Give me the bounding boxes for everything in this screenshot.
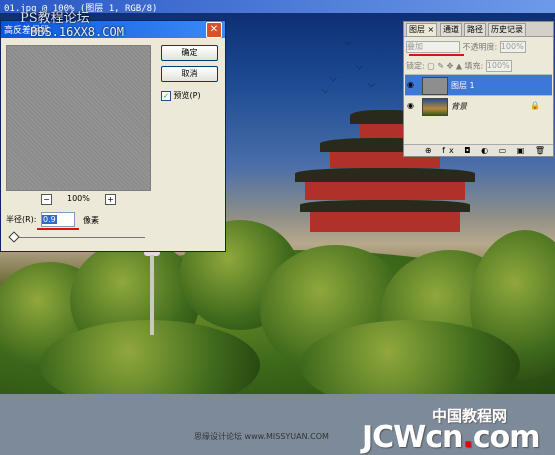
layer-name: 图层 1 <box>451 81 475 90</box>
blend-row: 叠加 不透明度: 100% <box>406 41 526 53</box>
brand-tld: com <box>472 420 541 455</box>
layer-thumbnail <box>422 77 448 95</box>
opacity-input[interactable]: 100% <box>499 41 526 53</box>
tab-close-icon[interactable]: × <box>428 25 435 34</box>
zoom-level: 100% <box>67 194 90 203</box>
radius-input[interactable]: 0.9 <box>41 212 75 227</box>
tab-paths[interactable]: 路径 <box>464 23 486 37</box>
tab-history[interactable]: 历史记录 <box>488 23 526 37</box>
brand-dot: . <box>462 420 473 455</box>
radius-slider-thumb[interactable] <box>8 231 20 243</box>
high-pass-dialog: 高反差保留 ✕ − 100% + 确定 取消 ✓ 预览(P) 半径(R): 0.… <box>0 20 226 252</box>
lock-row: 锁定: ▢ ✎ ✥ ▲ 填充: 100% <box>406 60 512 72</box>
fill-label: 填充: <box>464 61 484 71</box>
zoom-in-button[interactable]: + <box>105 194 116 205</box>
checkbox-box[interactable]: ✓ <box>161 90 171 101</box>
tab-channels[interactable]: 通道 <box>440 23 462 37</box>
layers-tab-bar: 图层 × 通道 路径 历史记录 <box>404 22 553 37</box>
layers-panel: 图层 × 通道 路径 历史记录 叠加 不透明度: 100% 锁定: ▢ ✎ ✥ … <box>403 21 554 157</box>
layer-actions-bar[interactable]: ⊕ fx ◘ ◐ ▭ ▣ 🗑 <box>404 144 553 156</box>
street-lamp-pole <box>150 255 154 335</box>
layer-name: 背景 <box>451 102 467 111</box>
brand-name: JCWcn <box>362 420 463 455</box>
brand-logo: JCWcn.com <box>362 420 541 455</box>
watermark-title: PS教程论坛 <box>20 11 90 26</box>
preview-label: 预览(P) <box>173 91 201 100</box>
tab-layers[interactable]: 图层 × <box>406 23 438 37</box>
forum-credit: 思缘设计论坛 www.MISSYUAN.COM <box>194 432 329 441</box>
tab-label: 图层 <box>409 25 425 34</box>
radius-value: 0.9 <box>42 215 57 224</box>
highlight-underline <box>409 54 464 56</box>
highlight-underline <box>37 228 79 230</box>
eye-icon[interactable]: ◉ <box>407 101 414 110</box>
layer-row[interactable]: ◉ 背景 🔒 <box>405 95 552 116</box>
opacity-label: 不透明度: <box>462 42 498 52</box>
fill-input[interactable]: 100% <box>485 60 512 72</box>
bird: ⌵ <box>345 38 352 48</box>
radius-label: 半径(R): <box>6 215 37 224</box>
layer-thumbnail <box>422 98 448 116</box>
eye-icon[interactable]: ◉ <box>407 80 414 89</box>
bird: ⌵ <box>356 62 363 72</box>
preview-checkbox[interactable]: ✓ 预览(P) <box>161 90 201 101</box>
close-icon[interactable]: ✕ <box>206 22 222 38</box>
radius-unit: 像素 <box>83 216 99 225</box>
ok-button[interactable]: 确定 <box>161 45 218 61</box>
watermark-url: BBS.16XX8.COM <box>30 25 124 39</box>
layer-row[interactable]: ◉ 图层 1 <box>405 74 552 95</box>
cancel-button[interactable]: 取消 <box>161 66 218 82</box>
radius-slider-track[interactable] <box>9 237 145 238</box>
filter-preview[interactable] <box>6 45 151 191</box>
lock-icon: 🔒 <box>530 101 540 110</box>
zoom-controls: − 100% + <box>41 194 121 206</box>
blend-mode-select[interactable]: 叠加 <box>406 41 460 53</box>
zoom-out-button[interactable]: − <box>41 194 52 205</box>
lock-label: 锁定: <box>406 61 425 71</box>
bird: ⌵ <box>322 86 329 96</box>
lock-icons[interactable]: ▢ ✎ ✥ ▲ <box>427 62 462 71</box>
bird: ⌵ <box>368 80 375 90</box>
bird: ⌵ <box>330 74 337 84</box>
